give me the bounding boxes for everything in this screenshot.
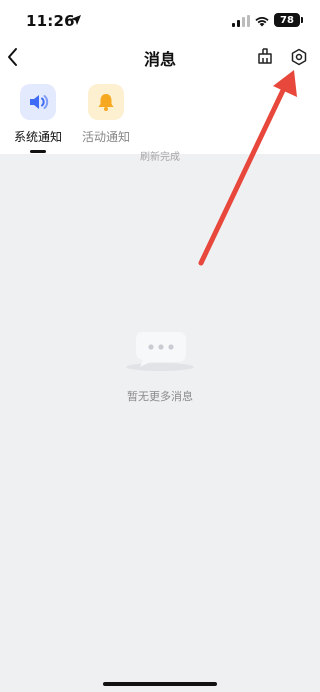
battery-level: 78: [280, 14, 294, 26]
tab-label: 系统通知: [13, 130, 62, 144]
home-indicator: [103, 682, 217, 686]
status-bar: 11:26 78: [0, 0, 320, 42]
wifi-icon: [255, 17, 269, 27]
empty-state-text: 暂无更多消息: [127, 390, 193, 403]
message-list-area[interactable]: 刷新完成 暂无更多消息: [0, 152, 320, 692]
tab-system-notifications[interactable]: 系统通知: [8, 84, 68, 145]
refresh-hint: 刷新完成: [140, 152, 180, 163]
battery-nub: [301, 17, 303, 23]
tab-icon-box: [88, 84, 124, 120]
location-arrow-icon: [71, 15, 81, 25]
battery-icon: 78: [274, 13, 300, 27]
speaker-icon: [30, 95, 49, 109]
tab-activity-notifications[interactable]: 活动通知: [76, 84, 136, 145]
status-time: 11:26: [26, 12, 75, 30]
signal-icon: [232, 15, 250, 27]
notification-tabs: 系统通知 活动通知: [0, 78, 320, 154]
broom-icon[interactable]: [256, 47, 274, 65]
tab-label: 活动通知: [81, 130, 130, 144]
bell-icon: [98, 94, 114, 111]
chat-bubble-icon: [126, 332, 194, 371]
settings-icon[interactable]: [290, 48, 308, 66]
nav-bar: 消息: [0, 42, 320, 72]
tab-icon-box: [20, 84, 56, 120]
